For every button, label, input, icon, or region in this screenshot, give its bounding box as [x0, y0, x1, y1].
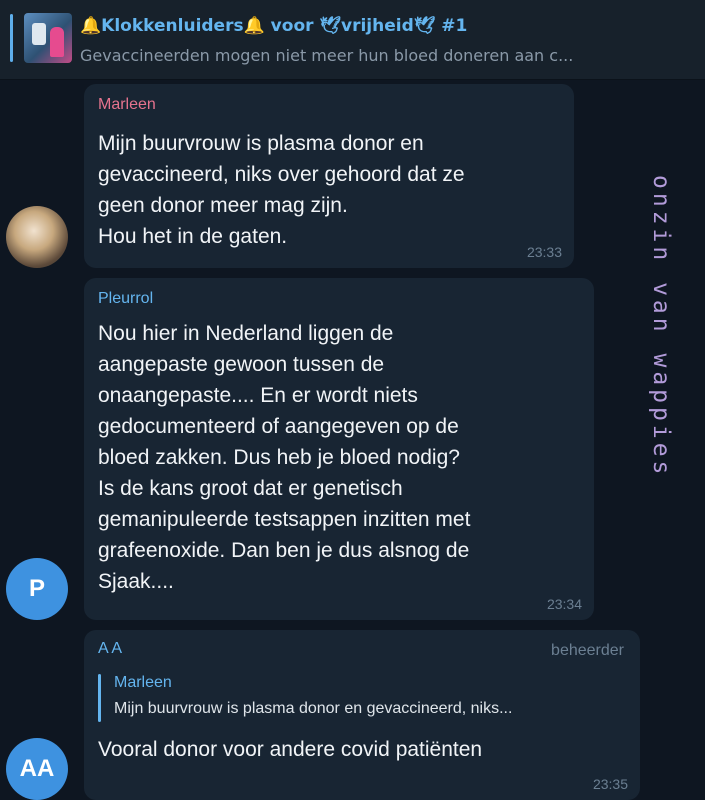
pinned-message-bar[interactable]: 🔔Klokkenluiders🔔 voor 🕊vrijheid🕊 #1 Geva… — [0, 0, 705, 80]
watermark: onzin van wappies — [648, 175, 674, 479]
message-sender[interactable]: A A — [98, 640, 122, 658]
avatar-pleurrol[interactable]: P — [6, 558, 68, 620]
message-sender[interactable]: Pleurrol — [98, 290, 153, 308]
avatar-initials: P — [28, 575, 45, 602]
avatar-aa[interactable]: AA — [6, 738, 68, 800]
avatar-initials: AA — [19, 755, 55, 782]
message-bubble[interactable]: Marleen Mijn buurvrouw is plasma donor e… — [84, 84, 574, 268]
pinned-title: 🔔Klokkenluiders🔔 voor 🕊vrijheid🕊 #1 — [80, 16, 468, 36]
pinned-indicator-bar — [10, 14, 13, 62]
message-time: 23:34 — [546, 596, 582, 612]
pinned-preview-text: Gevaccineerden mogen niet meer hun bloed… — [80, 46, 574, 65]
avatar-marleen[interactable] — [6, 206, 68, 268]
pinned-thumbnail — [24, 13, 72, 63]
admin-role-badge: beheerder — [551, 642, 624, 659]
message-time: 23:33 — [526, 244, 562, 260]
message-text: Nou hier in Nederland liggen de aangepas… — [98, 322, 471, 593]
reply-sender: Marleen — [114, 674, 172, 691]
message-sender[interactable]: Marleen — [98, 96, 156, 114]
message-bubble[interactable]: A A beheerder Marleen Mijn buurvrouw is … — [84, 630, 640, 800]
message-text: Vooral donor voor andere covid patiënten — [98, 738, 483, 761]
chat-screen: 🔔Klokkenluiders🔔 voor 🕊vrijheid🕊 #1 Geva… — [0, 0, 705, 800]
reply-indicator-bar — [98, 674, 101, 722]
message-text: Mijn buurvrouw is plasma donor en gevacc… — [98, 132, 465, 248]
reply-text: Mijn buurvrouw is plasma donor en gevacc… — [114, 700, 513, 717]
message-bubble[interactable]: Pleurrol Nou hier in Nederland liggen de… — [84, 278, 594, 620]
reply-preview[interactable]: Marleen Mijn buurvrouw is plasma donor e… — [98, 672, 628, 724]
message-time: 23:35 — [592, 776, 628, 792]
